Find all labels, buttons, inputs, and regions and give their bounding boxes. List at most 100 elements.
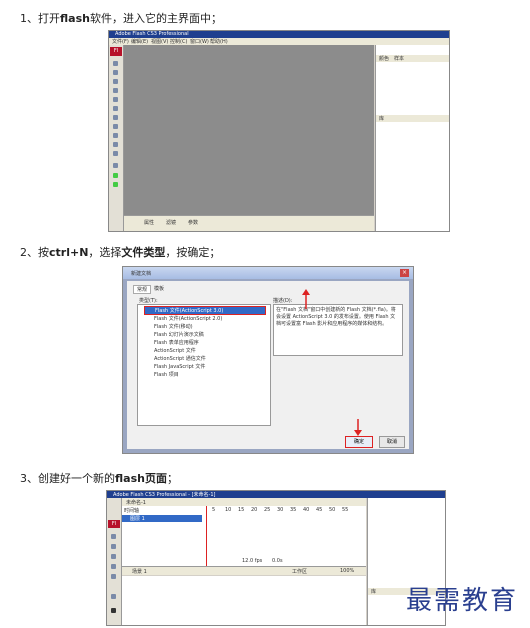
stage-area [124, 45, 374, 215]
fill-color-icon[interactable] [111, 608, 116, 613]
workspace-button[interactable]: 工作区 [292, 568, 307, 575]
frame-number: 10 [225, 507, 232, 513]
menu-window[interactable]: 窗口(W) [190, 38, 209, 45]
step-1-bold: flash [60, 12, 90, 25]
step-1-suffix: 软件，进入它的主界面中； [89, 12, 222, 25]
dialog-body: 常规 模板 类型(T): 描述(D): Flash 文件(ActionScrip… [127, 281, 409, 449]
properties-panel: 属性 滤镜 参数 [124, 215, 374, 231]
playhead[interactable] [206, 506, 207, 566]
cancel-button[interactable]: 取消 [379, 436, 405, 448]
step-3-prefix: 3、创建好一个新的 [20, 472, 115, 485]
titlebar: Adobe Flash CS3 Professional [109, 31, 449, 38]
hand-tool-icon[interactable] [111, 594, 116, 599]
menu-view[interactable]: 视图(V) [151, 38, 168, 45]
tab-properties[interactable]: 属性 [144, 219, 154, 226]
layer-name: 图层 1 [130, 516, 145, 522]
step-3-text: 3、创建好一个新的flash页面； [20, 470, 178, 486]
library-panel-header: 库 [376, 115, 449, 122]
text-tool-icon[interactable] [113, 88, 118, 93]
timeline-label: 时间轴 [124, 508, 140, 514]
menu-control[interactable]: 控制(C) [170, 38, 187, 45]
tab-filters[interactable]: 滤镜 [166, 219, 176, 226]
step-3-suffix: ； [166, 472, 178, 485]
step-2-suffix: ，按确定； [165, 246, 221, 259]
step-2-prefix: 2、按 [20, 246, 49, 259]
desc-label: 描述(D): [273, 298, 293, 304]
window-title: Adobe Flash CS3 Professional [115, 31, 189, 37]
screenshot-new-flash-page: Adobe Flash CS3 Professional - [未命名-1] F… [106, 490, 446, 626]
subselect-tool-icon[interactable] [113, 70, 118, 75]
type-item[interactable]: ActionScript 文件 [154, 347, 196, 354]
type-item[interactable]: Flash 文件(移动) [154, 323, 193, 330]
brush-tool-icon[interactable] [111, 564, 116, 569]
description-box: 在"Flash 文档"窗口中创建新的 Flash 文档(*.fla)。将会设置 … [273, 304, 403, 356]
bucket-tool-icon[interactable] [111, 574, 116, 579]
line-tool-icon[interactable] [113, 79, 118, 84]
toolbox: Fl [109, 45, 124, 231]
pen-tool-icon[interactable] [111, 554, 116, 559]
type-item[interactable]: Flash 幻灯片演示文稿 [154, 331, 204, 338]
toolbox-3: Fl [107, 498, 122, 625]
menubar: 文件(F) 编辑(E) 视图(V) 控制(C) 窗口(W) 帮助(H) [109, 38, 449, 45]
step-3-bold: flash页面 [115, 472, 167, 485]
ok-button[interactable]: 确定 [345, 436, 373, 448]
arrow-to-ok-icon [354, 419, 362, 436]
color-panel-header: 颜色 样本 [376, 55, 449, 62]
type-item[interactable]: Flash 项目 [154, 371, 179, 378]
line-tool-icon[interactable] [111, 544, 116, 549]
screenshot-flash-main: Adobe Flash CS3 Professional 文件(F) 编辑(E)… [108, 30, 450, 232]
frame-number: 25 [264, 507, 271, 513]
frame-number: 15 [238, 507, 245, 513]
watermark-text: 最需教育 [406, 586, 519, 616]
tab-swatches[interactable]: 样本 [394, 55, 404, 62]
titlebar-3: Adobe Flash CS3 Professional - [未命名-1] [107, 491, 445, 498]
brush-tool-icon[interactable] [113, 124, 118, 129]
eyedropper-tool-icon[interactable] [113, 142, 118, 147]
tab-color[interactable]: 颜色 [379, 55, 389, 62]
library-label-3: 库 [371, 589, 377, 595]
step-2-bold2: 文件类型 [121, 246, 166, 259]
frame-number: 55 [342, 507, 349, 513]
tab-templates[interactable]: 模板 [151, 285, 167, 292]
type-item[interactable]: Flash 文件(ActionScript 2.0) [154, 315, 222, 322]
scene-label: 场景 1 [132, 569, 147, 575]
frame-number: 20 [251, 507, 258, 513]
window-title-3: Adobe Flash CS3 Professional - [未命名-1] [113, 492, 216, 498]
type-item[interactable]: Flash 表单应用程序 [154, 339, 199, 346]
frame-number: 30 [277, 507, 284, 513]
hand-tool-icon[interactable] [113, 163, 118, 168]
flash-logo: Fl [110, 47, 122, 56]
eraser-tool-icon[interactable] [113, 151, 118, 156]
doc-tab[interactable]: 未命名-1 [126, 499, 146, 506]
frame-number: 50 [329, 507, 336, 513]
type-item[interactable]: ActionScript 通信文件 [154, 355, 206, 362]
fps-readout: 12.0 fps [242, 558, 263, 564]
menu-help[interactable]: 帮助(H) [210, 38, 228, 45]
layer-row[interactable]: 图层 1 [122, 515, 202, 522]
stroke-color-icon[interactable] [113, 173, 118, 178]
right-panels: 颜色 样本 库 [375, 45, 449, 231]
arrow-to-item-icon [302, 289, 310, 309]
fill-color-icon[interactable] [113, 182, 118, 187]
type-item[interactable]: Flash JavaScript 文件 [154, 363, 205, 370]
tab-parameters[interactable]: 参数 [188, 219, 198, 226]
stage-area-3 [122, 576, 366, 625]
step-2-mid: ，选择 [88, 246, 122, 259]
pencil-tool-icon[interactable] [113, 115, 118, 120]
pen-tool-icon[interactable] [113, 97, 118, 102]
zoom-select[interactable]: 100% [340, 568, 354, 574]
close-icon[interactable]: × [400, 269, 409, 277]
step-2-text: 2、按ctrl+N，选择文件类型，按确定； [20, 244, 220, 260]
menu-edit[interactable]: 编辑(E) [131, 38, 148, 45]
frame-number: 45 [316, 507, 323, 513]
type-item-selected[interactable]: Flash 文件(ActionScript 3.0) [144, 306, 266, 315]
selection-tool-icon[interactable] [113, 61, 118, 66]
bucket-tool-icon[interactable] [113, 133, 118, 138]
menu-file[interactable]: 文件(F) [112, 38, 129, 45]
rect-tool-icon[interactable] [113, 106, 118, 111]
tab-general[interactable]: 常规 [133, 285, 152, 294]
selection-tool-icon[interactable] [111, 534, 116, 539]
frame-number: 40 [303, 507, 310, 513]
doc-tab-bar: 未命名-1 [122, 498, 366, 506]
step-1-prefix: 1、打开 [20, 12, 60, 25]
